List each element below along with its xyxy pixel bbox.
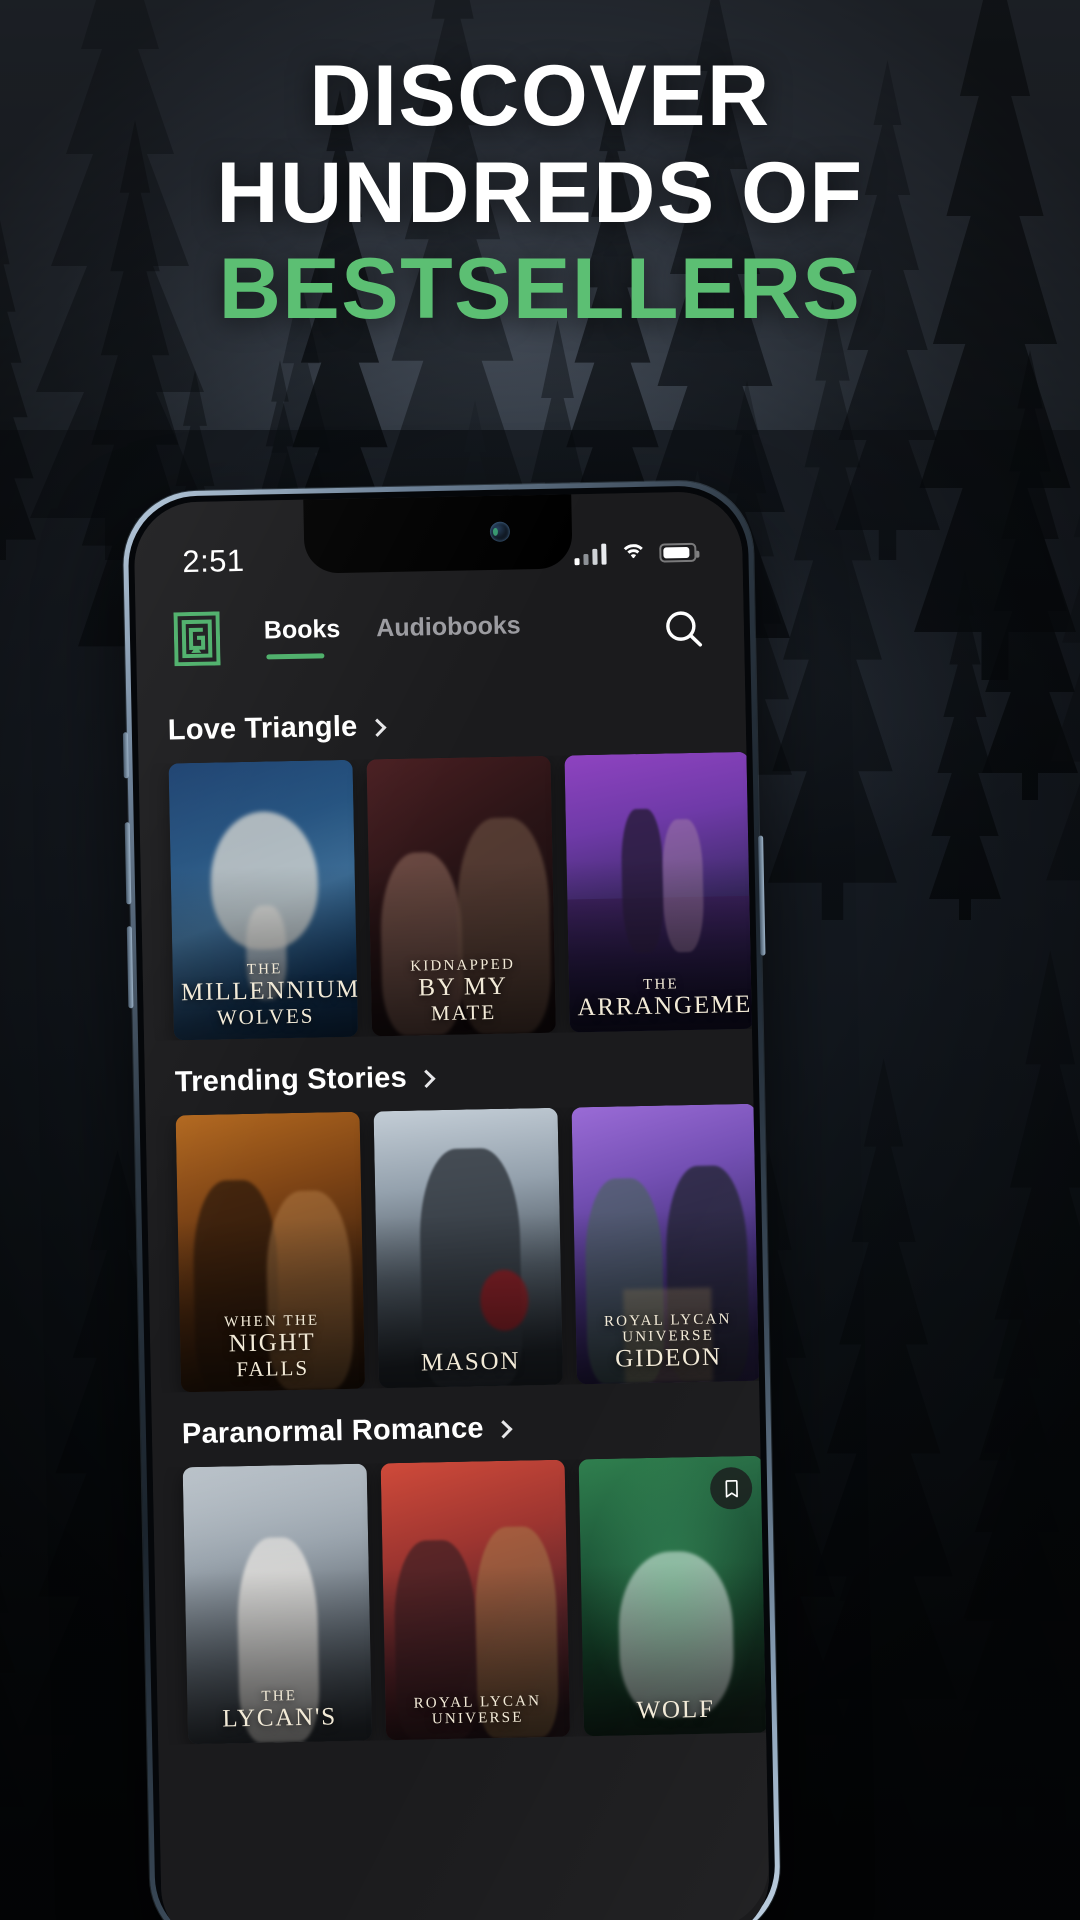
tab-active-underline <box>266 652 325 659</box>
section-title-label: Trending Stories <box>174 1061 408 1099</box>
book-title-line: MATE <box>430 999 497 1025</box>
headline-line-3: BESTSELLERS <box>218 240 862 337</box>
book-title-line: FALLS <box>236 1355 310 1381</box>
status-bar-indicators <box>573 541 697 572</box>
promo-headline: DISCOVER HUNDREDS OF BESTSELLERS <box>0 48 1080 337</box>
front-camera <box>489 521 511 542</box>
book-carousel[interactable]: THE LYCAN'S ROYAL LYCAN UNIVERSE WOLF <box>153 1455 767 1745</box>
phone-mute-switch <box>122 732 129 779</box>
chevron-right-icon <box>367 718 387 737</box>
book-cover-card[interactable]: ROYAL LYCAN UNIVERSE GIDEON <box>571 1103 760 1385</box>
tab-audiobooks[interactable]: Audiobooks <box>376 611 521 657</box>
section-header[interactable]: Paranormal Romance <box>152 1407 761 1452</box>
tab-books[interactable]: Books <box>264 614 341 659</box>
book-carousel[interactable]: WHEN THE NIGHT FALLS MASON ROYAL LYCAN UNIVE… <box>146 1103 760 1393</box>
book-cover-title: THE MILLENNIUM WOLVES <box>173 961 359 1030</box>
book-cover-card[interactable]: THE ARRANGEMENT <box>564 751 752 1033</box>
section-title-label: Paranormal Romance <box>181 1412 485 1451</box>
book-title-line: BY MY <box>418 972 509 1002</box>
chevron-right-icon <box>417 1069 436 1088</box>
phone-notch <box>303 494 573 574</box>
cellular-signal-icon <box>573 543 607 565</box>
book-title-line: ROYAL LYCAN UNIVERSE <box>603 1310 732 1346</box>
app-viewport: 2:51 Books Audiobooks Love Triangle THE … <box>133 490 771 1920</box>
book-cover-card[interactable]: THE MILLENNIUM WOLVES <box>168 759 359 1041</box>
headline-line-2: HUNDREDS OF <box>216 145 864 242</box>
book-cover-title: ROYAL LYCAN UNIVERSE GIDEON <box>576 1311 759 1373</box>
tab-books-label: Books <box>263 614 341 645</box>
book-title-line: GIDEON <box>614 1342 723 1373</box>
headline-line-1: DISCOVER <box>309 48 771 144</box>
app-tabs: Books Audiobooks <box>264 611 522 659</box>
book-title-line: WOLVES <box>216 1003 315 1030</box>
chevron-right-icon <box>494 1419 513 1439</box>
section-header[interactable]: Love Triangle <box>138 703 747 748</box>
book-cover-card[interactable]: THE LYCAN'S <box>182 1463 373 1745</box>
book-cover-card[interactable]: ROYAL LYCAN UNIVERSE <box>380 1459 571 1741</box>
book-title-line: ROYAL LYCAN UNIVERSE <box>413 1693 542 1728</box>
book-title-line: NIGHT <box>228 1328 316 1358</box>
phone-screen: 2:51 Books Audiobooks Love Triangle THE … <box>133 490 771 1920</box>
phone-mockup: 2:51 Books Audiobooks Love Triangle THE … <box>122 479 782 1920</box>
book-cover-title: WOLF <box>583 1695 766 1725</box>
content-sections: Love Triangle THE MILLENNIUM WOLVES KIDNAPPE… <box>137 677 767 1745</box>
book-cover-card[interactable]: WOLF <box>578 1455 767 1737</box>
book-title-line: LYCAN'S <box>222 1702 338 1733</box>
tab-audiobooks-label: Audiobooks <box>375 610 521 642</box>
search-icon[interactable] <box>659 605 708 654</box>
book-title-line: ARRANGEMENT <box>577 989 752 1021</box>
book-cover-card[interactable]: WHEN THE NIGHT FALLS <box>175 1111 366 1393</box>
book-cover-title: ROYAL LYCAN UNIVERSE <box>385 1693 570 1729</box>
book-cover-title: MASON <box>378 1347 562 1377</box>
book-carousel[interactable]: THE MILLENNIUM WOLVES KIDNAPPED BY MY MATE THE… <box>139 751 752 1041</box>
app-navbar: Books Audiobooks <box>135 587 745 681</box>
battery-icon <box>659 542 697 563</box>
wifi-icon <box>619 543 647 572</box>
book-cover-card[interactable]: MASON <box>373 1107 564 1389</box>
book-cover-card[interactable]: KIDNAPPED BY MY MATE <box>366 755 556 1037</box>
book-title-line: MILLENNIUM <box>180 975 359 1007</box>
book-cover-title: THE LYCAN'S <box>187 1687 372 1733</box>
section-header[interactable]: Trending Stories <box>145 1055 754 1100</box>
app-logo-icon[interactable] <box>173 611 221 667</box>
book-title-line: WOLF <box>636 1695 715 1724</box>
book-cover-title: WHEN THE NIGHT FALLS <box>180 1313 365 1381</box>
book-title-line: MASON <box>420 1347 521 1376</box>
book-cover-title: THE ARRANGEMENT <box>569 975 752 1021</box>
section-title-label: Love Triangle <box>167 710 358 747</box>
status-bar-time: 2:51 <box>182 542 245 580</box>
book-cover-overlay <box>373 1107 564 1389</box>
book-cover-title: KIDNAPPED BY MY MATE <box>371 957 556 1025</box>
